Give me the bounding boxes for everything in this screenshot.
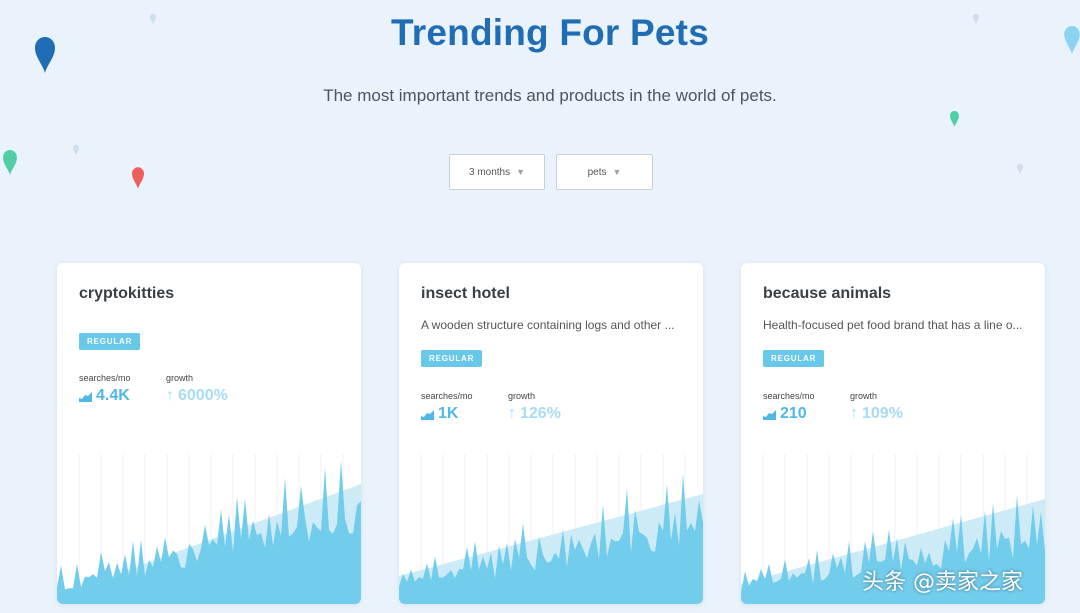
trend-description: A wooden structure containing logs and o…: [421, 318, 675, 332]
trend-chart: [57, 454, 361, 604]
trend-card[interactable]: because animals Health-focused pet food …: [741, 263, 1045, 604]
trend-card[interactable]: insect hotel A wooden structure containi…: [399, 263, 703, 604]
status-badge: REGULAR: [763, 350, 825, 367]
watermark: 头条 @卖家之家: [862, 570, 1023, 595]
growth-label: growth: [166, 373, 194, 383]
growth-label: growth: [850, 391, 878, 401]
trend-title: because animals: [763, 285, 892, 302]
volume-chart-icon: [763, 409, 776, 420]
arrow-up-icon: ↑: [166, 387, 174, 404]
chart-search-volume-area: [57, 460, 361, 604]
status-badge: REGULAR: [79, 333, 141, 350]
map-pin-icon: [132, 167, 144, 189]
status-badge: REGULAR: [421, 350, 483, 367]
searches-value: 210: [763, 405, 807, 423]
searches-value: 1K: [421, 405, 458, 423]
chevron-down-icon: ▼: [516, 167, 526, 177]
searches-value: 4.4K: [79, 387, 130, 405]
searches-label: searches/mo: [421, 391, 473, 401]
growth-value: ↑ 109%: [850, 405, 903, 422]
volume-chart-icon: [421, 409, 434, 420]
category-value: pets: [587, 166, 607, 178]
trend-chart: [399, 454, 703, 604]
page-title: Trending For Pets: [391, 12, 709, 53]
chevron-down-icon: ▼: [612, 167, 622, 177]
trend-title: cryptokitties: [79, 285, 175, 302]
growth-value: ↑ 126%: [508, 405, 561, 422]
arrow-up-icon: ↑: [850, 405, 858, 422]
trend-description: Health-focused pet food brand that has a…: [763, 318, 1023, 332]
searches-label: searches/mo: [79, 373, 131, 383]
arrow-up-icon: ↑: [508, 405, 516, 422]
page: Trending For Pets The most important tre…: [0, 0, 1080, 613]
map-pin-icon: [1017, 163, 1023, 175]
map-pin-icon: [950, 111, 959, 127]
map-pin-icon: [73, 144, 79, 156]
growth-label: growth: [508, 391, 536, 401]
page-subtitle: The most important trends and products i…: [323, 86, 777, 105]
map-pin-icon: [3, 150, 17, 175]
trend-card[interactable]: cryptokitties REGULAR searches/mo growth…: [57, 263, 361, 604]
time-range-value: 3 months: [468, 166, 511, 178]
time-range-dropdown[interactable]: 3 months ▼: [449, 154, 545, 190]
growth-value: ↑ 6000%: [166, 387, 228, 404]
trend-title: insect hotel: [421, 285, 510, 302]
searches-label: searches/mo: [763, 391, 815, 401]
category-dropdown[interactable]: pets ▼: [556, 154, 653, 190]
volume-chart-icon: [79, 391, 92, 402]
